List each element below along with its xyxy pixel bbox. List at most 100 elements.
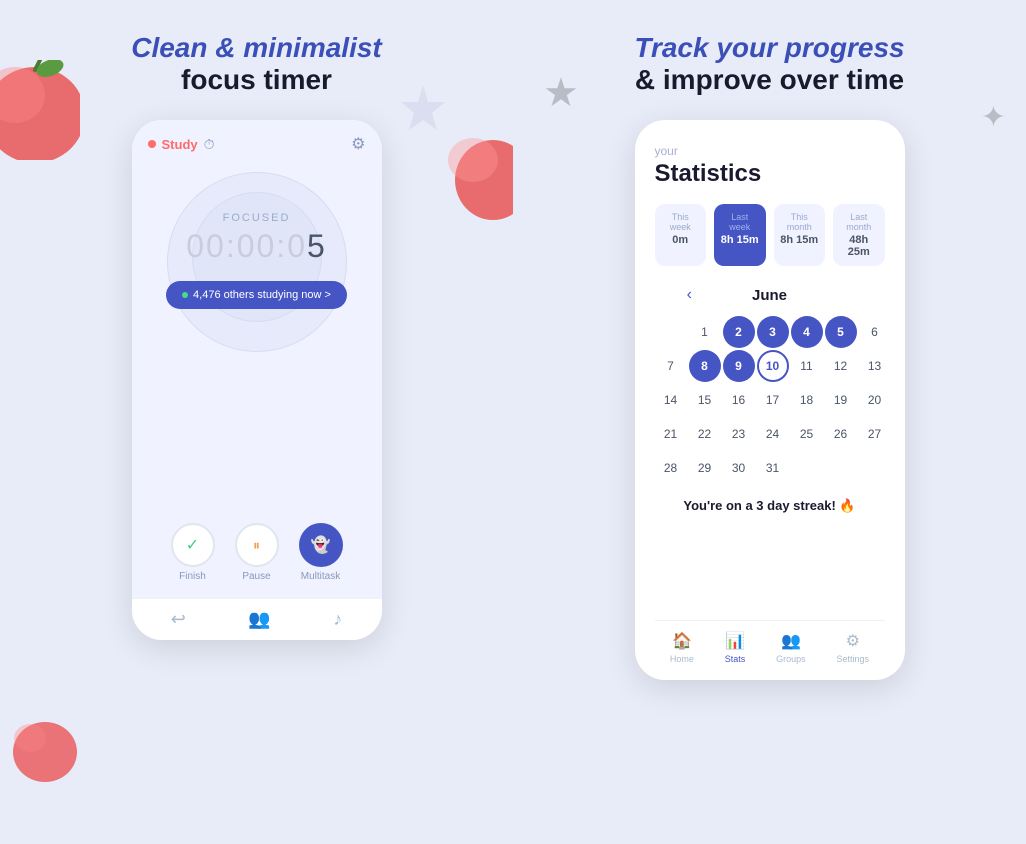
calendar-day[interactable]: 1 [689, 316, 721, 348]
calendar-day[interactable]: 2 [723, 316, 755, 348]
right-title-normal: & improve over time [634, 64, 904, 96]
calendar-day[interactable]: 24 [757, 418, 789, 450]
calendar-day[interactable]: 20 [859, 384, 891, 416]
others-btn-text: 4,476 others studying now > [193, 289, 331, 301]
stat-period-last-week: Last week [720, 212, 760, 232]
calendar: ‹ June › 1234567891011121314151617181920… [655, 286, 885, 498]
footer-icon-home: 🏠 [672, 631, 692, 651]
calendar-day[interactable]: 5 [825, 316, 857, 348]
left-panel: Clean & minimalist focus timer Study ⏱ ⚙… [0, 0, 513, 844]
stat-value-this-month: 8h 15m [780, 234, 820, 246]
calendar-day[interactable]: 28 [655, 452, 687, 484]
timer-bold-digit: 5 [307, 228, 327, 264]
stat-value-this-week: 0m [661, 234, 701, 246]
footer-icon-stats: 📊 [725, 631, 745, 651]
app-container: Clean & minimalist focus timer Study ⏱ ⚙… [0, 0, 1026, 844]
calendar-day[interactable]: 3 [757, 316, 789, 348]
right-title-italic: Track your progress [634, 32, 904, 63]
focused-label: FOCUSED [223, 212, 291, 224]
right-panel: ★ ✦ Track your progress & improve over t… [513, 0, 1026, 844]
deco-star-left: ★ [543, 70, 579, 116]
finish-action: ✓ Finish [171, 523, 215, 582]
timer-display: 00:00:05 [186, 228, 327, 265]
footer-label-home: Home [670, 654, 694, 664]
calendar-day[interactable]: 4 [791, 316, 823, 348]
stat-this-week: This week 0m [655, 204, 707, 266]
stat-last-week: Last week 8h 15m [714, 204, 766, 266]
history-icon[interactable]: ↩ [171, 609, 186, 630]
finish-label: Finish [179, 571, 206, 582]
calendar-day[interactable]: 18 [791, 384, 823, 416]
left-phone-mockup: Study ⏱ ⚙ FOCUSED 00:00:05 4,476 others … [132, 120, 382, 640]
stats-title: Statistics [655, 160, 885, 188]
calendar-day[interactable]: 21 [655, 418, 687, 450]
timer-numbers: 00:00:0 [186, 228, 307, 264]
calendar-day[interactable]: 26 [825, 418, 857, 450]
footer-item-home[interactable]: 🏠 Home [670, 631, 694, 664]
stats-grid: This week 0m Last week 8h 15m This month… [655, 204, 885, 266]
multitask-action: 👻 Multitask [299, 523, 343, 582]
left-title-normal: focus timer [131, 64, 382, 96]
calendar-day[interactable]: 13 [859, 350, 891, 382]
footer-item-settings[interactable]: ⚙ Settings [837, 631, 870, 664]
finish-button[interactable]: ✓ [171, 523, 215, 567]
calendar-day[interactable]: 11 [791, 350, 823, 382]
tomato-decoration-right [443, 120, 513, 220]
calendar-day[interactable]: 22 [689, 418, 721, 450]
stat-value-last-month: 48h 25m [839, 234, 879, 258]
calendar-month-label: June [752, 287, 787, 304]
streak-text: You're on a 3 day streak! 🔥 [655, 498, 885, 514]
calendar-day[interactable]: 30 [723, 452, 755, 484]
calendar-header: ‹ June › [655, 286, 885, 304]
group-icon[interactable]: 👥 [248, 609, 270, 630]
calendar-day[interactable]: 31 [757, 452, 789, 484]
calendar-day[interactable]: 9 [723, 350, 755, 382]
calendar-day[interactable]: 10 [757, 350, 789, 382]
stat-value-last-week: 8h 15m [720, 234, 760, 246]
stats-subtitle: your [655, 144, 885, 158]
calendar-day[interactable]: 25 [791, 418, 823, 450]
stat-this-month: This month 8h 15m [774, 204, 826, 266]
phone-footer: ↩ 👥 ♪ [132, 598, 382, 640]
calendar-day[interactable]: 16 [723, 384, 755, 416]
calendar-day[interactable]: 23 [723, 418, 755, 450]
right-panel-title: Track your progress & improve over time [634, 32, 904, 96]
calendar-day[interactable]: 29 [689, 452, 721, 484]
calendar-day[interactable]: 19 [825, 384, 857, 416]
pause-button[interactable]: ⏸ [235, 523, 279, 567]
stat-last-month: Last month 48h 25m [833, 204, 885, 266]
gear-icon: ⚙ [351, 134, 365, 154]
phone-actions: ✓ Finish ⏸ Pause 👻 Multita [171, 523, 343, 582]
multitask-button[interactable]: 👻 [299, 523, 343, 567]
left-panel-title: Clean & minimalist focus timer [131, 32, 382, 96]
calendar-day[interactable]: 15 [689, 384, 721, 416]
left-title-italic: Clean & minimalist [131, 32, 382, 63]
footer-label-settings: Settings [837, 654, 870, 664]
check-icon: ✓ [186, 535, 199, 555]
study-dot [148, 140, 156, 148]
study-label: Study [162, 137, 198, 152]
footer-item-stats[interactable]: 📊Stats [725, 631, 746, 664]
pause-icon: ⏸ [253, 537, 260, 554]
phone-header-left: Study ⏱ [148, 136, 215, 153]
ghost-icon: 👻 [311, 535, 331, 555]
calendar-day [655, 316, 687, 348]
music-icon[interactable]: ♪ [333, 609, 342, 630]
calendar-day[interactable]: 14 [655, 384, 687, 416]
footer-icon-settings: ⚙ [846, 631, 860, 651]
others-studying-button[interactable]: 4,476 others studying now > [166, 281, 347, 309]
star-decoration [393, 80, 453, 140]
calendar-day[interactable]: 7 [655, 350, 687, 382]
phone-body: FOCUSED 00:00:05 4,476 others studying n… [132, 162, 382, 598]
stat-period-this-month: This month [780, 212, 820, 232]
calendar-day[interactable]: 27 [859, 418, 891, 450]
calendar-day[interactable]: 17 [757, 384, 789, 416]
calendar-day[interactable]: 12 [825, 350, 857, 382]
calendar-day[interactable]: 8 [689, 350, 721, 382]
tomato-decoration-top-left [0, 60, 80, 160]
footer-item-groups[interactable]: 👥Groups [776, 631, 806, 664]
calendar-prev-button[interactable]: ‹ [687, 286, 692, 304]
pause-action: ⏸ Pause [235, 523, 279, 582]
calendar-day[interactable]: 6 [859, 316, 891, 348]
multitask-label: Multitask [301, 571, 340, 582]
